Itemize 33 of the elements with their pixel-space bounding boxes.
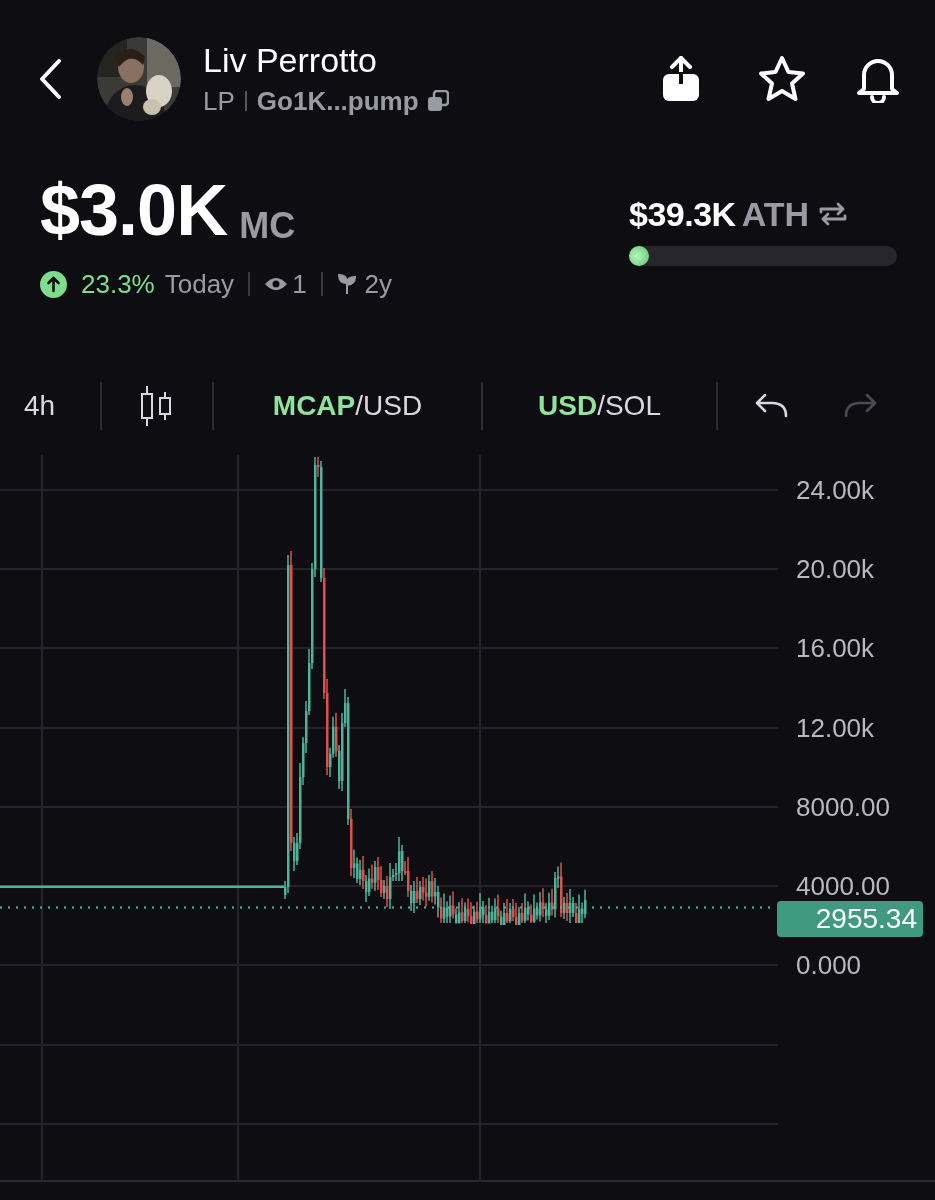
ath-label: ATH: [741, 194, 809, 234]
axis-label: 0.000: [796, 950, 862, 980]
watcher-count: 1: [292, 268, 307, 300]
token-name: Liv Perrotto: [203, 40, 378, 80]
unit-option[interactable]: MCAP: [272, 385, 356, 427]
axis-label: 8000.00: [796, 792, 890, 822]
axis-label: 12.00k: [796, 713, 875, 743]
unit-option[interactable]: USD: [363, 385, 423, 427]
price-tag: 2955.34: [777, 901, 923, 937]
share-icon[interactable]: [661, 56, 701, 102]
market-cap-value: $3.0K: [40, 174, 228, 246]
token-address: Go1K...pump: [256, 85, 419, 118]
market-cap-unit: MC: [239, 206, 296, 246]
axis-label: 20.00k: [796, 554, 875, 584]
separator-slash: /: [355, 389, 364, 423]
change-period: Today: [164, 268, 235, 300]
star-icon[interactable]: [757, 55, 807, 103]
undo-icon[interactable]: [754, 394, 788, 418]
change-percent: 23.3%: [81, 268, 155, 300]
copy-icon[interactable]: [426, 90, 449, 112]
unit-option[interactable]: SOL: [604, 385, 661, 427]
token-symbol: LP: [203, 85, 235, 118]
sprout-icon: [336, 273, 357, 295]
axis-label: 4000.00: [796, 871, 890, 901]
separator-slash: /: [597, 389, 605, 423]
eye-icon: [264, 276, 289, 292]
token-age: 2y: [364, 268, 393, 300]
axis-label: 24.00k: [796, 475, 875, 505]
interval-button[interactable]: 4h: [0, 385, 100, 427]
swap-icon[interactable]: [819, 201, 847, 227]
unit-option[interactable]: USD: [538, 385, 598, 427]
axis-label: 16.00k: [796, 633, 875, 663]
ath-value: $39.3K: [629, 194, 736, 234]
